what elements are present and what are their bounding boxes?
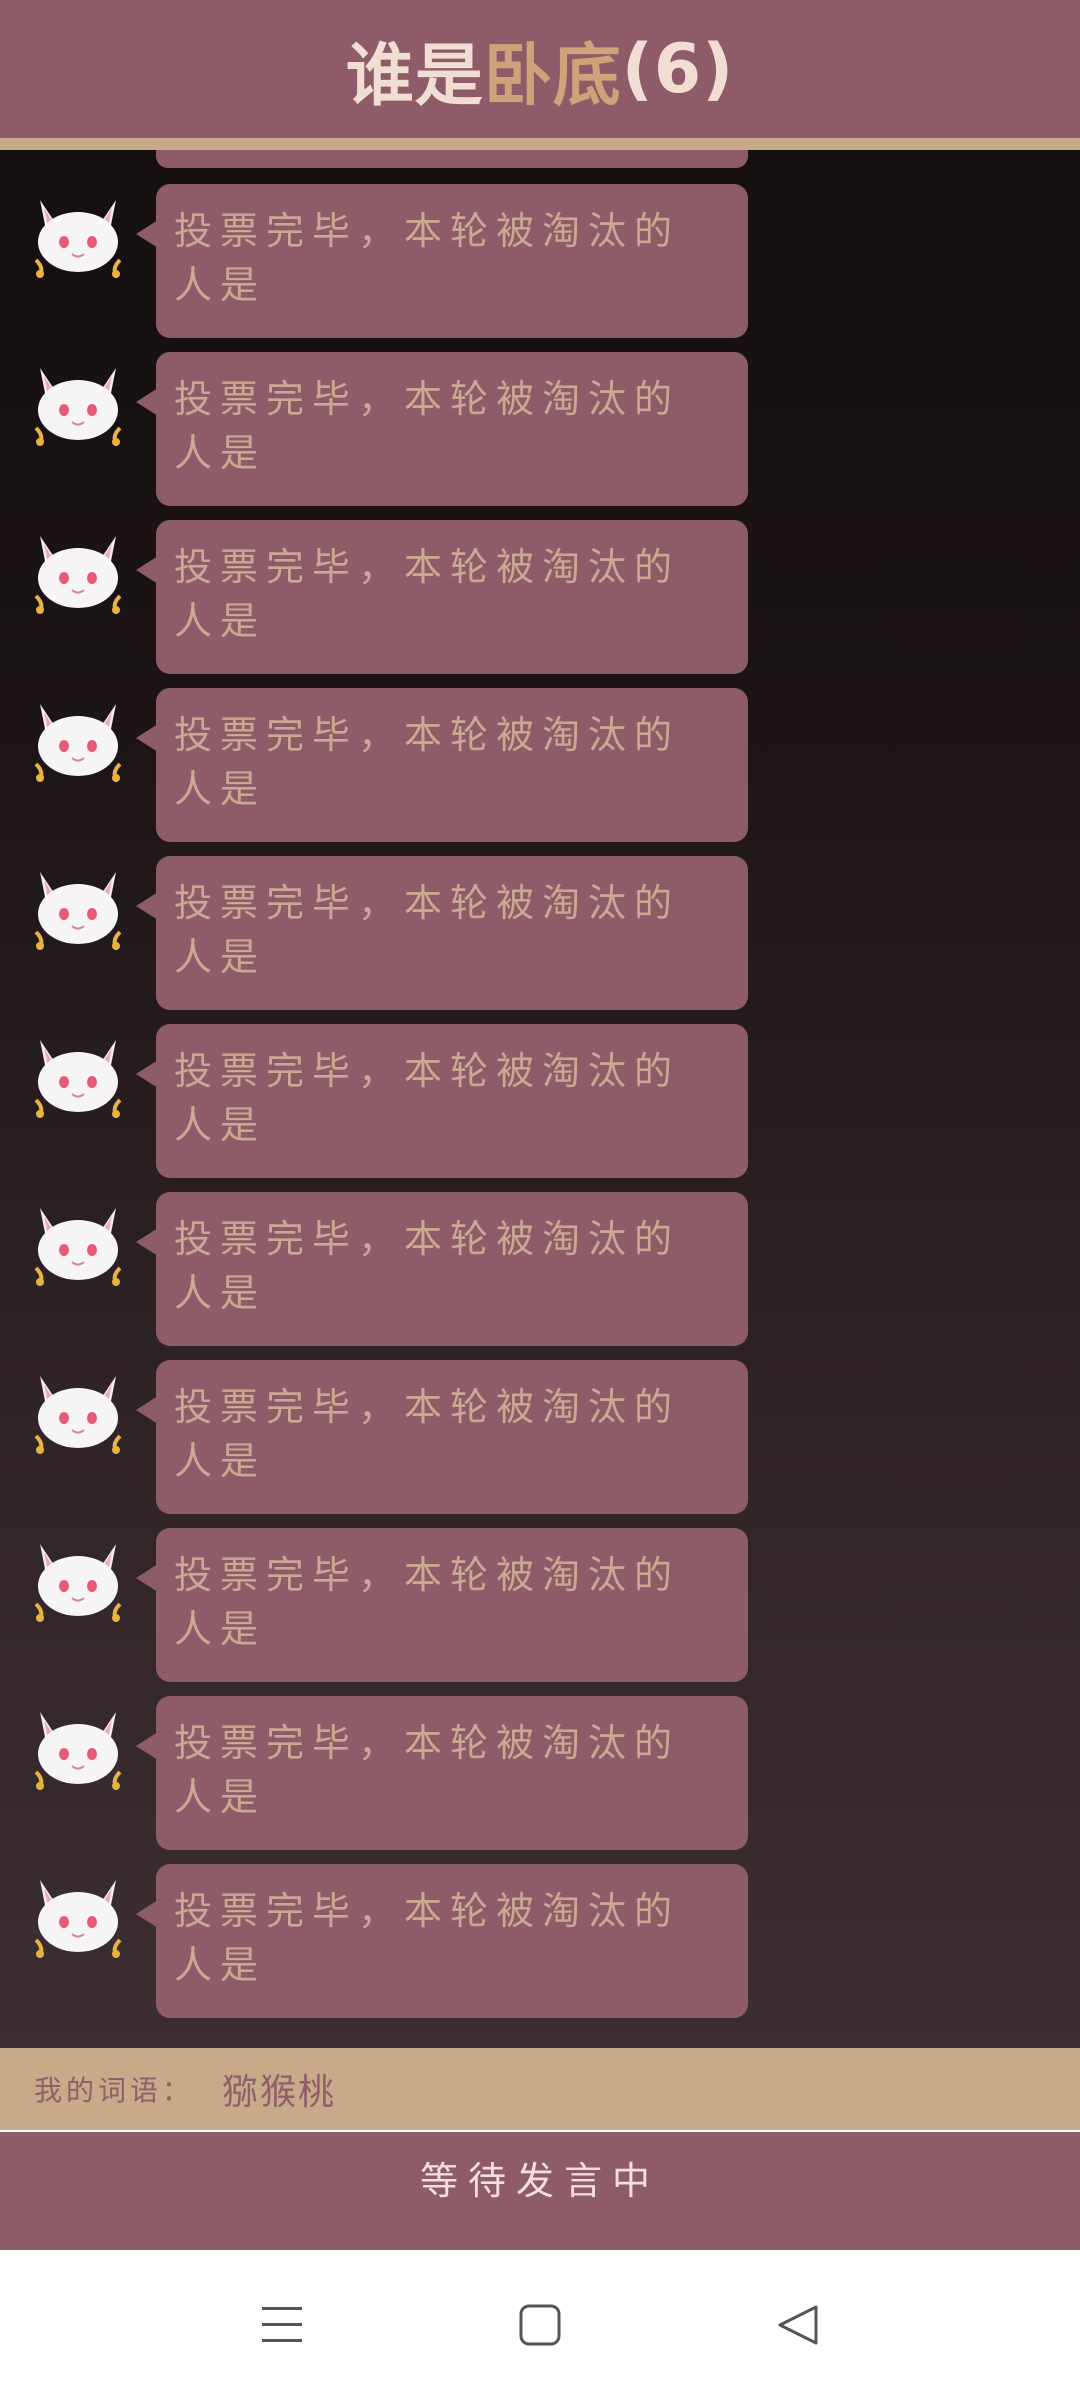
white-cat-avatar-icon[interactable]	[26, 190, 130, 278]
back-triangle-icon	[778, 2305, 818, 2345]
white-cat-avatar-icon[interactable]	[26, 358, 130, 446]
app-screen: 谁是 卧底 (6) 投票完毕，本轮被淘汰的人是 投票完毕，本轮被淘汰的人是 投票完毕…	[0, 0, 1080, 2400]
chat-message-list[interactable]: 投票完毕，本轮被淘汰的人是 投票完毕，本轮被淘汰的人是 投票完毕，本轮被淘汰的人是投…	[0, 150, 1080, 2048]
my-word-value: 猕猴桃	[222, 2072, 337, 2113]
message-row: 投票完毕，本轮被淘汰的人是	[0, 688, 1080, 842]
message-row: 投票完毕，本轮被淘汰的人是	[0, 1864, 1080, 2018]
message-bubble: 投票完毕，本轮被淘汰的人是	[136, 688, 748, 842]
message-bubble: 投票完毕，本轮被淘汰的人是	[136, 1528, 748, 1682]
white-cat-avatar-icon[interactable]	[26, 862, 130, 950]
title-part-1: 谁是	[345, 36, 484, 116]
message-bubble: 投票完毕，本轮被淘汰的人是	[136, 856, 748, 1010]
white-cat-avatar-icon[interactable]	[26, 526, 130, 614]
my-word-label: 我的词语：	[34, 2074, 195, 2107]
speak-status-bar: 等待发言中	[0, 2132, 1080, 2250]
message-text: 投票完毕，本轮被淘汰的人是	[174, 1049, 681, 1147]
white-cat-avatar-icon[interactable]	[26, 1870, 130, 1958]
white-cat-avatar-icon[interactable]	[26, 1702, 130, 1790]
message-row: 投票完毕，本轮被淘汰的人是	[0, 184, 1080, 338]
white-cat-avatar-icon[interactable]	[26, 1030, 130, 1118]
message-bubble: 投票完毕，本轮被淘汰的人是	[136, 1360, 748, 1514]
message-text: 投票完毕，本轮被淘汰的人是	[174, 1553, 681, 1651]
message-bubble: 投票完毕，本轮被淘汰的人是	[136, 1192, 748, 1346]
message-row: 投票完毕，本轮被淘汰的人是	[0, 1696, 1080, 1850]
message-row: 投票完毕，本轮被淘汰的人是	[0, 1192, 1080, 1346]
message-row: 投票完毕，本轮被淘汰的人是	[0, 1528, 1080, 1682]
message-text: 投票完毕，本轮被淘汰的人是	[174, 1721, 681, 1819]
partial-message-bubble	[156, 150, 748, 168]
message-bubble: 投票完毕，本轮被淘汰的人是	[136, 1696, 748, 1850]
home-square-icon	[519, 2304, 561, 2346]
message-bubble: 投票完毕，本轮被淘汰的人是	[136, 184, 748, 338]
title-part-2: 卧底	[483, 36, 622, 116]
white-cat-avatar-icon[interactable]	[26, 1534, 130, 1622]
home-button[interactable]	[480, 2250, 600, 2400]
page-title: 谁是 卧底 (6)	[346, 20, 735, 119]
message-text: 投票完毕，本轮被淘汰的人是	[174, 209, 681, 307]
message-row: 投票完毕，本轮被淘汰的人是	[0, 856, 1080, 1010]
message-bubble: 投票完毕，本轮被淘汰的人是	[136, 520, 748, 674]
system-navigation-bar	[0, 2250, 1080, 2400]
header-bar: 谁是 卧底 (6)	[0, 0, 1080, 138]
message-text: 投票完毕，本轮被淘汰的人是	[174, 545, 681, 643]
message-text: 投票完毕，本轮被淘汰的人是	[174, 881, 681, 979]
message-bubble: 投票完毕，本轮被淘汰的人是	[136, 1024, 748, 1178]
message-text: 投票完毕，本轮被淘汰的人是	[174, 1889, 681, 1987]
message-text: 投票完毕，本轮被淘汰的人是	[174, 713, 681, 811]
white-cat-avatar-icon[interactable]	[26, 1198, 130, 1286]
message-bubble: 投票完毕，本轮被淘汰的人是	[136, 1864, 748, 2018]
message-text: 投票完毕，本轮被淘汰的人是	[174, 1385, 681, 1483]
header-divider	[0, 138, 1080, 150]
title-part-3: (6)	[621, 29, 735, 109]
message-row: 投票完毕，本轮被淘汰的人是	[0, 1360, 1080, 1514]
my-word-bar: 我的词语： 猕猴桃	[0, 2048, 1080, 2130]
message-text: 投票完毕，本轮被淘汰的人是	[174, 1217, 681, 1315]
message-bubble: 投票完毕，本轮被淘汰的人是	[136, 352, 748, 506]
message-text: 投票完毕，本轮被淘汰的人是	[174, 377, 681, 475]
message-row: 投票完毕，本轮被淘汰的人是	[0, 520, 1080, 674]
back-button[interactable]	[738, 2250, 858, 2400]
message-row: 投票完毕，本轮被淘汰的人是	[0, 352, 1080, 506]
white-cat-avatar-icon[interactable]	[26, 694, 130, 782]
menu-icon	[262, 2307, 302, 2342]
status-text: 等待发言中	[419, 2159, 660, 2203]
white-cat-avatar-icon[interactable]	[26, 1366, 130, 1454]
menu-button[interactable]	[222, 2250, 342, 2400]
message-row: 投票完毕，本轮被淘汰的人是	[0, 1024, 1080, 1178]
